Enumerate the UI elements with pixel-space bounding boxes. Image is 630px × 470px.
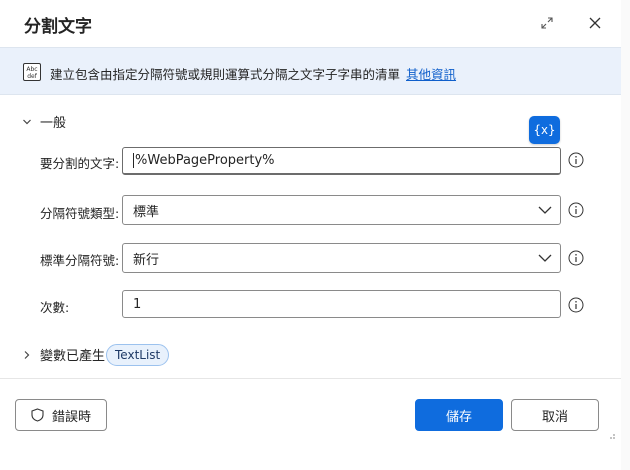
- text-to-split-input[interactable]: %WebPageProperty%: [122, 147, 561, 175]
- variables-produced-label: 變數已產生: [40, 349, 106, 364]
- times-label: 次數:: [40, 300, 70, 315]
- chevron-right-icon: [24, 350, 30, 359]
- split-text-dialog: 分割文字 Abc def 建立包含由指定分隔符號或規則運算式分隔之文字子字串的清…: [0, 0, 630, 470]
- insert-variable-button[interactable]: {x}: [529, 116, 560, 144]
- save-button[interactable]: 儲存: [415, 399, 503, 431]
- dialog-header: 分割文字: [0, 0, 630, 46]
- banner-icon-text-top: Abc: [26, 66, 37, 73]
- chevron-down-icon: [538, 206, 552, 214]
- standard-delimiter-value: 新行: [133, 252, 160, 268]
- variables-produced-toggle[interactable]: 變數已產生: [22, 345, 105, 364]
- times-value: 1: [133, 296, 142, 312]
- text-to-split-label: 要分割的文字:: [40, 156, 120, 171]
- close-button[interactable]: [585, 13, 605, 33]
- text-abc-icon: Abc def: [23, 63, 41, 81]
- delimiter-type-label: 分隔符號類型:: [40, 206, 120, 221]
- general-section-toggle[interactable]: 一般: [22, 112, 66, 131]
- text-cursor: [133, 153, 134, 168]
- expand-icon: [541, 17, 553, 29]
- dialog-title: 分割文字: [24, 17, 92, 37]
- banner-icon-text-bottom: def: [27, 73, 38, 80]
- general-section-label: 一般: [40, 116, 67, 131]
- close-icon: [589, 17, 601, 29]
- on-error-button[interactable]: 錯誤時: [15, 399, 107, 431]
- expand-button[interactable]: [537, 13, 557, 33]
- footer-divider: [0, 378, 621, 379]
- times-input[interactable]: 1: [122, 290, 561, 318]
- scrollbar[interactable]: [621, 0, 630, 470]
- variable-chip-textlist[interactable]: TextList: [106, 344, 170, 366]
- chevron-down-icon: [23, 119, 31, 124]
- info-banner: Abc def 建立包含由指定分隔符號或規則運算式分隔之文字子字串的清單 其他資訊: [0, 47, 621, 95]
- standard-delimiter-label: 標準分隔符號:: [40, 253, 120, 268]
- cancel-button[interactable]: 取消: [511, 399, 599, 431]
- more-info-link[interactable]: 其他資訊: [406, 67, 456, 82]
- standard-delimiter-select[interactable]: 新行: [122, 243, 561, 273]
- info-icon[interactable]: [568, 202, 584, 218]
- delimiter-type-select[interactable]: 標準: [122, 195, 561, 225]
- delimiter-type-value: 標準: [133, 204, 160, 220]
- shield-icon: [31, 408, 44, 422]
- info-icon[interactable]: [568, 297, 584, 313]
- banner-description: 建立包含由指定分隔符號或規則運算式分隔之文字子字串的清單: [50, 67, 401, 82]
- resize-grip-icon[interactable]: [606, 430, 616, 440]
- chevron-down-icon: [538, 254, 552, 262]
- banner-text: 建立包含由指定分隔符號或規則運算式分隔之文字子字串的清單 其他資訊: [50, 64, 456, 83]
- info-icon[interactable]: [568, 152, 584, 168]
- info-icon[interactable]: [568, 250, 584, 266]
- on-error-label: 錯誤時: [51, 409, 91, 425]
- text-to-split-value: %WebPageProperty%: [135, 153, 275, 168]
